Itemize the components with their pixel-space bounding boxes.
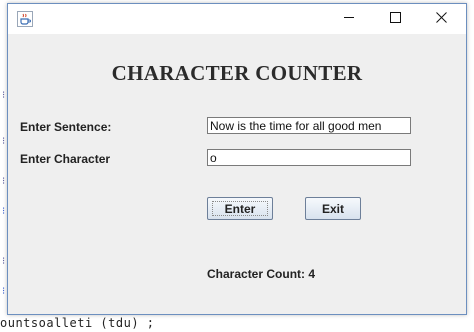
title-bar[interactable] <box>8 4 466 34</box>
java-coffee-icon <box>17 11 33 27</box>
bg-editor-mark: ⁝ <box>2 206 6 217</box>
sentence-label: Enter Sentence: <box>20 120 112 134</box>
bg-editor-mark: ⁝ <box>2 136 6 147</box>
character-input[interactable] <box>207 149 411 166</box>
minimize-button[interactable] <box>326 4 372 34</box>
exit-button-label: Exit <box>321 201 344 216</box>
close-button[interactable] <box>418 4 464 34</box>
sentence-input[interactable] <box>207 117 411 134</box>
enter-button[interactable]: Enter <box>207 197 273 220</box>
bg-editor-mark: ⁝ <box>2 256 6 267</box>
enter-button-label: Enter <box>224 201 256 216</box>
maximize-button[interactable] <box>372 4 418 34</box>
bg-editor-mark: ⁝ <box>2 286 6 297</box>
character-label: Enter Character <box>20 152 111 166</box>
character-count-result: Character Count: 4 <box>207 267 316 281</box>
minimize-icon <box>343 10 355 28</box>
bg-editor-mark: ⁝ <box>2 176 6 187</box>
close-icon <box>435 10 447 28</box>
exit-button[interactable]: Exit <box>305 197 361 220</box>
app-window: CHARACTER COUNTER Enter Sentence: Enter … <box>7 3 467 315</box>
page-title: CHARACTER COUNTER <box>111 61 363 85</box>
maximize-icon <box>389 10 401 28</box>
bg-editor-mark: ⁝ <box>2 90 6 101</box>
bg-code-fragment: ountsoalleti (tdu) ; <box>0 316 155 330</box>
